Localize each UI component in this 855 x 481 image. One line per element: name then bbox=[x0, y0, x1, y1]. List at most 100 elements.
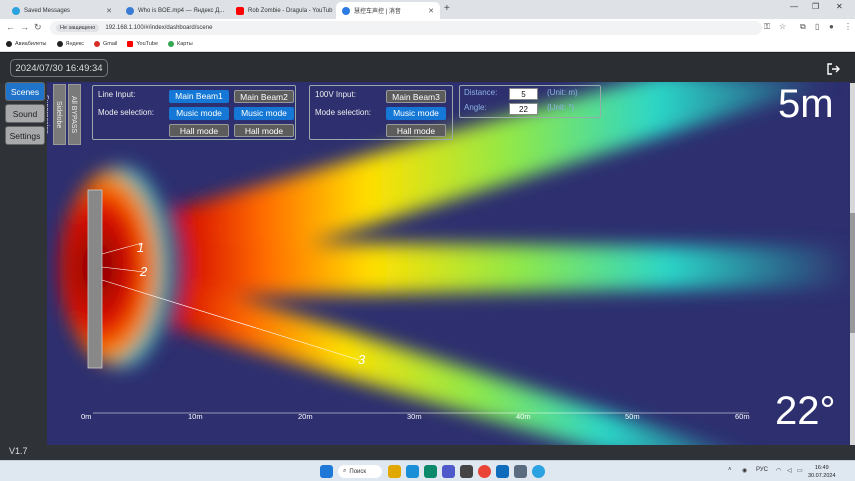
datetime-display: 2024/07/30 16:49:34 bbox=[10, 59, 108, 77]
scale-tick: 50m bbox=[625, 412, 640, 421]
app-icon[interactable] bbox=[460, 465, 473, 478]
gmail-icon bbox=[94, 41, 101, 47]
maximize-icon[interactable]: ❐ bbox=[812, 2, 819, 11]
tray-app-icon[interactable]: ◉ bbox=[742, 467, 747, 474]
tab-title: Saved Messages bbox=[24, 7, 71, 14]
distance-label: Distance: bbox=[464, 88, 498, 97]
bookmark-yandex[interactable]: Яндекс bbox=[56, 41, 84, 47]
address-toolbar: ← → ↻ Не защищено 192.168.1.100/#/index/… bbox=[0, 19, 855, 37]
line-input-panel: Line Input: Mode selection: Main Beam1 M… bbox=[92, 85, 296, 140]
tray-chevron-icon[interactable]: ˄ bbox=[728, 467, 732, 473]
bookmark-gmail[interactable]: Gmail bbox=[94, 41, 117, 47]
beam1-hall-mode-button[interactable]: Hall mode bbox=[169, 124, 229, 137]
youtube-icon bbox=[127, 41, 134, 47]
beam-number-3: 3 bbox=[358, 352, 366, 367]
sidebar-item-settings[interactable]: Settings bbox=[5, 126, 45, 145]
close-icon[interactable]: ✕ bbox=[106, 7, 112, 15]
100v-input-panel: 100V Input: Mode selection: Main Beam3 M… bbox=[309, 85, 453, 140]
search-icon: ⌕ bbox=[343, 468, 347, 474]
close-icon[interactable]: ✕ bbox=[428, 7, 434, 15]
bookmark-aviabilety[interactable]: Авиабилеты bbox=[6, 41, 47, 47]
all-bypass-toggle[interactable]: All BYPASS bbox=[68, 84, 81, 145]
tab-youtube[interactable]: Rob Zombie - Dragula - YouTub ✕ bbox=[230, 2, 334, 19]
page-scrollbar[interactable] bbox=[850, 83, 855, 445]
tab-yandex-disk[interactable]: Who is BOE.mp4 — Яндекс Д... ✕ bbox=[120, 2, 228, 19]
app-root: 2024/07/30 16:49:34 Scenes Sound Setting… bbox=[0, 53, 855, 460]
distance-big-readout: 5m bbox=[778, 82, 834, 126]
main-beam1-button[interactable]: Main Beam1 bbox=[169, 90, 229, 103]
bookmark-youtube[interactable]: YouTube bbox=[127, 41, 158, 47]
tab-active-app[interactable]: 慧控车声控 | 消音 ✕ bbox=[336, 2, 440, 19]
edge-icon[interactable] bbox=[406, 465, 419, 478]
beam2-hall-mode-button[interactable]: Hall mode bbox=[234, 124, 294, 137]
taskbar-clock[interactable]: 16:49 30.07.2024 bbox=[808, 464, 836, 480]
sidebar-item-sound[interactable]: Sound bbox=[5, 104, 45, 123]
outlook-icon[interactable] bbox=[496, 465, 509, 478]
teams-icon[interactable] bbox=[442, 465, 455, 478]
sidelobe-suppression-toggle[interactable]: Sidelobe Suppression bbox=[47, 84, 66, 145]
url-bar[interactable]: Не защищено 192.168.1.100/#/index/dashbo… bbox=[50, 21, 762, 35]
telegram-icon[interactable] bbox=[532, 465, 545, 478]
reload-icon[interactable]: ↻ bbox=[34, 22, 42, 33]
chrome-icon[interactable] bbox=[478, 465, 491, 478]
mode-selection-label: Mode selection: bbox=[98, 108, 155, 117]
file-explorer-icon[interactable] bbox=[388, 465, 401, 478]
scale-tick: 60m bbox=[735, 412, 750, 421]
tab-title: Who is BOE.mp4 — Яндекс Д... bbox=[138, 7, 225, 14]
star-icon[interactable]: ☆ bbox=[779, 22, 786, 31]
yandex-icon bbox=[56, 41, 63, 47]
volume-icon[interactable]: ◁ bbox=[787, 467, 792, 474]
tab-saved-messages[interactable]: Saved Messages ✕ bbox=[6, 2, 118, 19]
menu-icon[interactable]: ⋮ bbox=[844, 22, 852, 31]
beam-scene: Sidelobe Suppression All BYPASS Line Inp… bbox=[47, 82, 850, 445]
main-beam2-button[interactable]: Main Beam2 bbox=[234, 90, 294, 103]
minimize-icon[interactable]: — bbox=[790, 2, 798, 11]
url-text[interactable]: 192.168.1.100/#/index/dashboard/scene bbox=[105, 25, 212, 31]
beam3-hall-mode-button[interactable]: Hall mode bbox=[386, 124, 446, 137]
store-icon[interactable] bbox=[424, 465, 437, 478]
back-icon[interactable]: ← bbox=[6, 22, 15, 32]
scale-tick: 30m bbox=[407, 412, 422, 421]
app-header bbox=[0, 53, 855, 83]
beam3-music-mode-button[interactable]: Music mode bbox=[386, 107, 446, 120]
main-beam3-button[interactable]: Main Beam3 bbox=[386, 90, 446, 103]
scale-tick: 20m bbox=[298, 412, 313, 421]
bookmark-maps[interactable]: Карты bbox=[168, 41, 193, 47]
beam2-music-mode-button[interactable]: Music mode bbox=[234, 107, 294, 120]
app-favicon-icon bbox=[342, 6, 350, 15]
maps-icon bbox=[168, 41, 175, 47]
start-icon[interactable] bbox=[320, 465, 333, 478]
security-badge[interactable]: Не защищено bbox=[56, 24, 100, 32]
line-input-label: Line Input: bbox=[98, 90, 136, 99]
angle-unit: (Unit: °) bbox=[547, 103, 575, 112]
telegram-icon bbox=[12, 6, 20, 15]
scale-tick: 10m bbox=[188, 412, 203, 421]
distance-input[interactable]: 5 bbox=[509, 88, 538, 100]
youtube-icon bbox=[236, 6, 244, 15]
browser-tab-bar: Saved Messages ✕ Who is BOE.mp4 — Яндекс… bbox=[0, 0, 855, 19]
language-indicator[interactable]: РУС bbox=[756, 467, 768, 473]
taskbar-search[interactable]: ⌕ Поиск bbox=[338, 465, 382, 478]
beam1-music-mode-button[interactable]: Music mode bbox=[169, 107, 229, 120]
key-icon[interactable]: ⚿ bbox=[764, 22, 770, 32]
windows-taskbar: ⌕ Поиск ˄ ◉ РУС ◠ ◁ ▭ 16:49 30.07.2024 bbox=[0, 460, 855, 481]
angle-big-readout: 22° bbox=[775, 389, 836, 433]
beam-number-2: 2 bbox=[140, 264, 148, 279]
bookmarks-bar: Авиабилеты Яндекс Gmail YouTube Карты bbox=[0, 37, 855, 52]
new-tab-button[interactable]: + bbox=[444, 3, 450, 14]
settings-icon[interactable] bbox=[514, 465, 527, 478]
scrollbar-thumb[interactable] bbox=[850, 213, 855, 333]
extensions-icon[interactable]: ⧉ bbox=[800, 22, 806, 32]
scale-tick: 40m bbox=[516, 412, 531, 421]
version-label: V1.7 bbox=[9, 446, 28, 456]
forward-icon[interactable]: → bbox=[20, 22, 29, 32]
profile-icon[interactable]: ● bbox=[829, 22, 834, 31]
battery-icon[interactable]: ▭ bbox=[797, 467, 803, 474]
sidebar-item-scenes[interactable]: Scenes bbox=[5, 82, 45, 101]
wifi-icon[interactable]: ◠ bbox=[776, 467, 781, 474]
angle-label: Angle: bbox=[464, 103, 487, 112]
sidebar-icon[interactable]: ▯ bbox=[815, 22, 819, 31]
angle-input[interactable]: 22 bbox=[509, 103, 538, 115]
exit-icon[interactable] bbox=[826, 62, 840, 76]
close-window-icon[interactable]: ✕ bbox=[836, 2, 843, 11]
